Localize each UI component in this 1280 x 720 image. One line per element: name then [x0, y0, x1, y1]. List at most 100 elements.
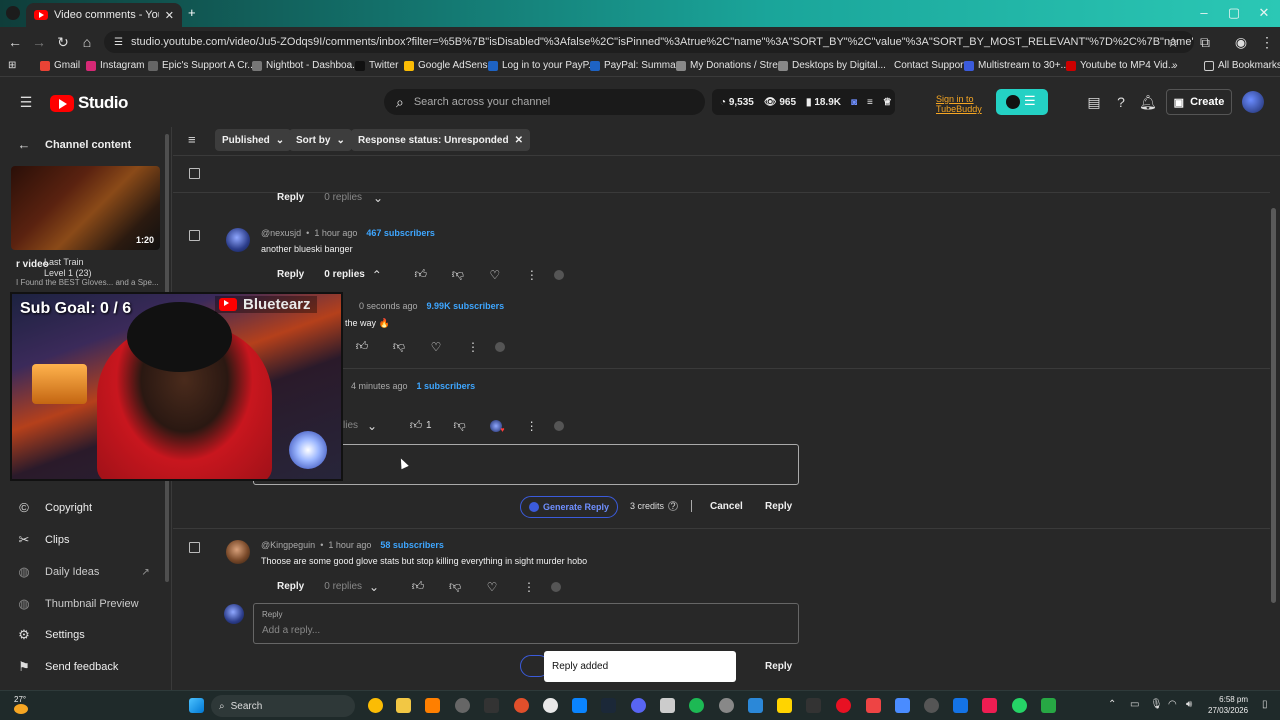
dislike-icon[interactable]: 👎︎ — [450, 267, 466, 282]
creator-heart-avatar[interactable]: ♥ — [489, 419, 505, 434]
tubebuddy-signin-link[interactable]: Sign in to TubeBuddy — [936, 94, 982, 114]
app-icon[interactable] — [953, 698, 968, 713]
spotify-icon[interactable] — [689, 698, 704, 713]
submit-reply-button[interactable]: Reply — [765, 501, 792, 512]
replies-toggle[interactable]: 0 replies — [324, 269, 365, 280]
network-icon[interactable]: ▭ — [1130, 699, 1139, 710]
app-icon[interactable] — [719, 698, 734, 713]
microphone-icon[interactable]: 🎙︎ — [1150, 699, 1163, 710]
more-options-icon[interactable]: ⋮ — [524, 268, 540, 282]
extensions-icon[interactable]: ⧉ — [1196, 33, 1214, 51]
tray-overflow-icon[interactable]: ⌃ — [1108, 699, 1116, 710]
bookmark-item[interactable]: Desktops by Digital... — [778, 60, 886, 71]
bookmark-item[interactable]: Youtube to MP4 Vid... — [1066, 60, 1176, 71]
heart-icon[interactable]: ♡ — [484, 580, 500, 594]
bookmark-item[interactable]: Twitter — [355, 60, 398, 71]
trophy-icon[interactable]: ♕ — [883, 97, 892, 108]
clock[interactable]: 6:58 pm 27/03/2026 — [1208, 694, 1248, 716]
sidebar-item-copyright[interactable]: © Copyright — [17, 500, 92, 515]
bookmark-item[interactable]: Nightbot - Dashboa... — [252, 60, 361, 71]
close-icon[interactable]: ✕ — [515, 135, 523, 146]
restore-icon[interactable]: ▢ — [1218, 4, 1250, 22]
new-tab-icon[interactable]: + — [188, 6, 202, 20]
minimize-icon[interactable]: – — [1188, 4, 1220, 22]
hamburger-menu-icon[interactable]: ☰ — [18, 94, 34, 110]
channel-stats[interactable]: ◔ 9,535 👁 965 ▮ 18.9K ◙ ≡ ♕ — [712, 89, 895, 115]
app-icon[interactable] — [514, 698, 529, 713]
more-options-icon[interactable]: ⋮ — [465, 340, 481, 354]
sidebar-item-settings[interactable]: ⚙ Settings — [17, 627, 85, 643]
account-avatar[interactable] — [1242, 91, 1264, 113]
extension-icon[interactable]: ◙ — [851, 97, 857, 108]
tubebuddy-action-icon[interactable] — [553, 420, 564, 431]
comment-checkbox[interactable] — [189, 230, 200, 241]
channel-search-input[interactable]: ⌕ Search across your channel — [384, 89, 705, 115]
app-icon[interactable] — [660, 698, 675, 713]
app-icon[interactable] — [572, 698, 587, 713]
app-icon[interactable] — [924, 698, 939, 713]
close-window-icon[interactable]: ✕ — [1248, 4, 1280, 22]
weather-widget[interactable]: 27° — [14, 695, 26, 704]
bookmark-item[interactable]: Epic's Support A Cr... — [148, 60, 256, 71]
reload-icon[interactable]: ↻ — [54, 33, 72, 51]
dislike-icon[interactable]: 👎︎ — [391, 339, 407, 354]
studio-logo[interactable]: Studio — [50, 93, 128, 113]
back-icon[interactable]: ← — [6, 33, 24, 51]
more-options-icon[interactable]: ⋮ — [524, 419, 540, 433]
help-icon[interactable]: ? — [1113, 94, 1129, 110]
response-status-chip[interactable]: Response status: Unresponded ✕ — [351, 129, 530, 151]
sidebar-item-send-feedback[interactable]: ⚑ Send feedback — [17, 659, 118, 675]
commenter-handle[interactable]: @Kingpeguin — [261, 540, 315, 550]
replies-toggle[interactable]: lies — [343, 420, 358, 431]
taskbar-search[interactable]: ⌕ Search — [211, 695, 355, 717]
replies-toggle[interactable]: 0 replies — [324, 581, 362, 592]
tab-search-icon[interactable] — [6, 6, 20, 20]
tiktok-icon[interactable] — [982, 698, 997, 713]
forward-icon[interactable]: → — [30, 33, 48, 51]
vlc-icon[interactable] — [425, 698, 440, 713]
url-field[interactable]: ☰ studio.youtube.com/video/Ju5-ZOdqs9I/c… — [104, 31, 1194, 53]
bookmark-item[interactable]: Log in to your PayP... — [488, 60, 596, 71]
published-filter-chip[interactable]: Published ⌄ — [215, 129, 292, 151]
photos-icon[interactable] — [748, 698, 763, 713]
tubebuddy-action-icon[interactable] — [551, 581, 562, 592]
bookmark-item[interactable]: Google AdSense — [404, 60, 493, 71]
profile-icon[interactable]: ◉ — [1232, 33, 1250, 51]
start-icon[interactable] — [189, 698, 204, 713]
app-icon[interactable] — [806, 698, 821, 713]
app-icon[interactable] — [543, 698, 558, 713]
discord-icon[interactable] — [631, 698, 646, 713]
create-button[interactable]: ▣ Create — [1166, 89, 1232, 115]
notifications-bell-icon[interactable]: 🔔︎ — [1139, 94, 1157, 110]
reply-input-box[interactable]: Reply Add a reply... — [253, 603, 799, 644]
comment-checkbox[interactable] — [189, 542, 200, 553]
app-icon[interactable] — [866, 698, 881, 713]
home-icon[interactable]: ⌂ — [78, 33, 96, 51]
commenter-handle[interactable]: @nexusjd — [261, 228, 301, 238]
tubebuddy-button[interactable]: ☰ — [996, 89, 1048, 115]
back-to-channel-content[interactable]: ← Channel content — [17, 137, 132, 152]
bookmark-item[interactable]: Gmail — [40, 60, 80, 71]
dislike-icon[interactable]: 👎︎ — [452, 418, 468, 433]
sort-by-chip[interactable]: Sort by ⌄ — [289, 129, 352, 151]
app-icon[interactable] — [836, 698, 851, 713]
cancel-button[interactable]: Cancel — [710, 501, 743, 512]
bookmark-item[interactable]: Multistream to 30+... — [964, 60, 1069, 71]
bookmark-item[interactable]: PayPal: Summary — [590, 60, 684, 71]
menu-icon[interactable]: ⋮ — [1258, 33, 1276, 51]
chrome-icon[interactable] — [368, 698, 383, 713]
commenter-avatar[interactable] — [226, 228, 250, 252]
app-icon[interactable] — [1041, 698, 1056, 713]
obs-icon[interactable] — [455, 698, 470, 713]
sidebar-item-clips[interactable]: ✂ Clips — [17, 532, 70, 548]
site-info-icon[interactable]: ☰ — [114, 37, 123, 48]
whatsapp-icon[interactable] — [1012, 698, 1027, 713]
filter-icon[interactable]: ≡ — [188, 132, 196, 147]
sidebar-item-daily-ideas[interactable]: ◍ Daily Ideas ↗ — [17, 564, 149, 580]
browser-tab[interactable]: Video comments - YouTube St ✕ — [26, 3, 182, 27]
info-icon[interactable]: ? — [668, 501, 679, 511]
like-icon[interactable]: 👍︎ — [410, 579, 426, 594]
replies-toggle[interactable]: 0 replies — [324, 192, 362, 203]
list-icon[interactable]: ≡ — [867, 97, 873, 108]
generate-reply-button[interactable]: Generate Reply — [520, 496, 619, 518]
